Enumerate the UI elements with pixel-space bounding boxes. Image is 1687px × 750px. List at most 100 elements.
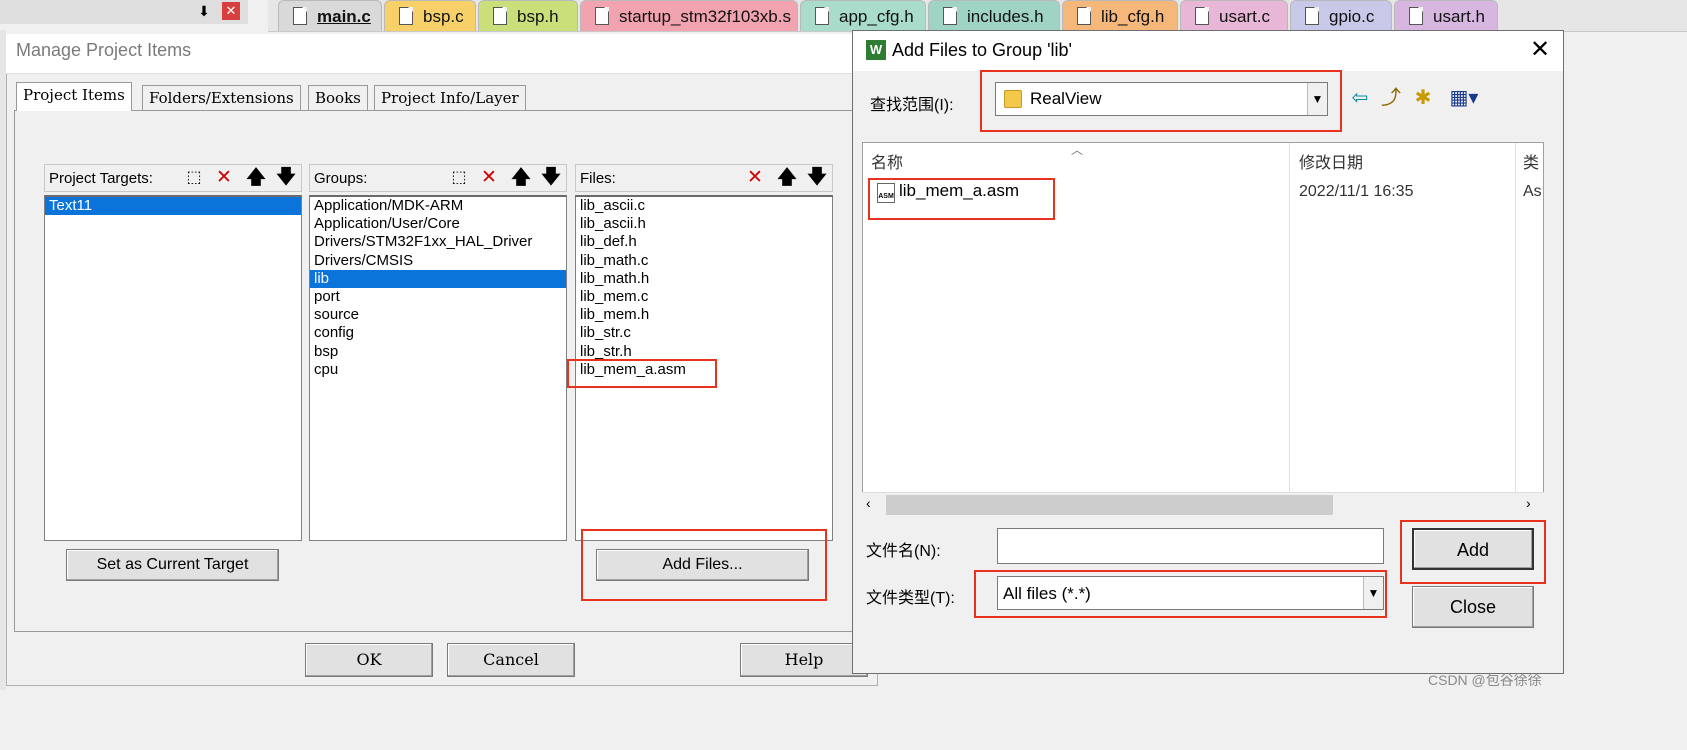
- tab-usart-h[interactable]: usart.h: [1394, 0, 1498, 31]
- tab-label: usart.h: [1433, 7, 1485, 26]
- new-group-icon[interactable]: ⬚: [446, 167, 472, 191]
- manage-dialog-title: Manage Project Items: [16, 40, 192, 60]
- tab-folders-extensions[interactable]: Folders/Extensions: [142, 85, 301, 110]
- tab-main-c[interactable]: main.c: [278, 0, 382, 31]
- file-list-view[interactable]: 名称 ︿ 修改日期 类 ASM lib_mem_a.asm 2022/11/1 …: [862, 142, 1544, 518]
- group-list-item[interactable]: Application/User/Core: [310, 215, 566, 233]
- tab-gpio-c[interactable]: gpio.c: [1290, 0, 1392, 31]
- cancel-button[interactable]: Cancel: [447, 643, 575, 677]
- group-list-item[interactable]: lib: [310, 269, 566, 288]
- tab-project-items[interactable]: Project Items: [16, 82, 132, 111]
- lookin-combobox[interactable]: RealView ▼: [995, 82, 1328, 116]
- group-list-item[interactable]: bsp: [310, 343, 566, 361]
- watermark: CSDN @包谷徐徐: [1428, 672, 1542, 688]
- file-list-item[interactable]: lib_math.c: [576, 252, 832, 270]
- column-separator: [1289, 143, 1290, 493]
- column-name[interactable]: 名称: [871, 149, 903, 173]
- target-list-item[interactable]: Text11: [45, 197, 301, 216]
- file-icon: [1077, 7, 1091, 25]
- file-icon: [399, 7, 413, 25]
- move-file-down-icon[interactable]: 🡇: [804, 167, 830, 191]
- set-as-current-target-button[interactable]: Set as Current Target: [66, 549, 279, 581]
- up-folder-icon[interactable]: ⤴: [1378, 86, 1404, 110]
- tab-bsp-h[interactable]: bsp.h: [478, 0, 578, 31]
- tab-startup-stm32f103xb-s[interactable]: startup_stm32f103xb.s: [580, 0, 798, 31]
- scrollbar-thumb[interactable]: [886, 495, 1333, 515]
- targets-list[interactable]: Text11: [44, 195, 302, 541]
- filename-label: 文件名(N):: [866, 543, 941, 560]
- move-group-up-icon[interactable]: 🡅: [508, 167, 534, 191]
- move-group-down-icon[interactable]: 🡇: [538, 167, 564, 191]
- file-list-item[interactable]: lib_ascii.c: [576, 197, 832, 215]
- file-list-item[interactable]: lib_mem_a.asm: [576, 361, 832, 379]
- filename-input[interactable]: [997, 528, 1384, 564]
- file-list-item[interactable]: lib_str.c: [576, 324, 832, 342]
- view-menu-icon[interactable]: ▦▾: [1444, 86, 1484, 110]
- delete-group-icon[interactable]: ✕: [476, 167, 502, 191]
- close-icon[interactable]: ✕: [1528, 38, 1552, 62]
- ok-button[interactable]: OK: [305, 643, 433, 677]
- tab-label: lib_cfg.h: [1101, 7, 1165, 26]
- chevron-down-icon[interactable]: ▼: [1307, 83, 1327, 115]
- filetype-value: All files (*.*): [1003, 584, 1091, 603]
- group-list-item[interactable]: Drivers/CMSIS: [310, 252, 566, 270]
- group-list-item[interactable]: source: [310, 306, 566, 324]
- tab-label: usart.c: [1219, 7, 1271, 26]
- group-list-item[interactable]: Application/MDK-ARM: [310, 197, 566, 215]
- scroll-left-icon[interactable]: ‹: [866, 495, 871, 511]
- file-list-item[interactable]: lib_def.h: [576, 233, 832, 251]
- tab-usart-c[interactable]: usart.c: [1180, 0, 1288, 31]
- tab-label: startup_stm32f103xb.s: [619, 7, 791, 26]
- file-icon: [595, 7, 609, 25]
- delete-file-icon[interactable]: ✕: [742, 167, 768, 191]
- tab-bsp-c[interactable]: bsp.c: [384, 0, 476, 31]
- tab-label: gpio.c: [1329, 7, 1375, 26]
- file-row[interactable]: ASM lib_mem_a.asm: [871, 181, 1271, 205]
- file-type: As: [1523, 183, 1542, 200]
- file-icon: [1409, 7, 1423, 25]
- delete-target-icon[interactable]: ✕: [211, 167, 237, 191]
- scroll-right-icon[interactable]: ›: [1526, 495, 1531, 511]
- move-target-down-icon[interactable]: 🡇: [273, 167, 299, 191]
- add-files-button[interactable]: Add Files...: [596, 549, 809, 581]
- file-icon: [493, 7, 507, 25]
- groups-header: Groups: ⬚ ✕ 🡅 🡇: [309, 164, 567, 192]
- file-list-item[interactable]: lib_str.h: [576, 343, 832, 361]
- file-list-item[interactable]: lib_mem.c: [576, 288, 832, 306]
- tab-project-info-layer[interactable]: Project Info/Layer: [374, 85, 526, 110]
- group-list-item[interactable]: config: [310, 324, 566, 342]
- chevron-down-icon[interactable]: ▼: [1363, 577, 1383, 609]
- files-list[interactable]: lib_ascii.c lib_ascii.h lib_def.h lib_math.…: [575, 195, 833, 541]
- move-target-up-icon[interactable]: 🡅: [243, 167, 269, 191]
- groups-list[interactable]: Application/MDK-ARM Application/User/Core…: [309, 195, 567, 541]
- file-list-item[interactable]: lib_ascii.h: [576, 215, 832, 233]
- file-list-item[interactable]: lib_mem.h: [576, 306, 832, 324]
- tab-app-cfg-h[interactable]: app_cfg.h: [800, 0, 926, 31]
- close-button[interactable]: Close: [1412, 586, 1534, 628]
- filetype-combobox[interactable]: All files (*.*) ▼: [997, 576, 1384, 610]
- tab-includes-h[interactable]: includes.h: [928, 0, 1060, 31]
- file-name: lib_mem_a.asm: [899, 181, 1019, 200]
- file-list-item[interactable]: lib_math.h: [576, 270, 832, 288]
- sort-up-icon: ︿: [1071, 143, 1084, 157]
- group-list-item[interactable]: cpu: [310, 361, 566, 379]
- back-icon[interactable]: ⇦: [1347, 86, 1373, 110]
- add-button[interactable]: Add: [1412, 528, 1534, 570]
- files-label: Files:: [580, 170, 616, 187]
- folder-icon: [1004, 90, 1022, 108]
- pin-icon[interactable]: ⬇: [196, 2, 212, 20]
- new-target-icon[interactable]: ⬚: [181, 167, 207, 191]
- column-date[interactable]: 修改日期: [1299, 149, 1363, 173]
- file-date: 2022/11/1 16:35: [1299, 183, 1414, 200]
- tab-lib-cfg-h[interactable]: lib_cfg.h: [1062, 0, 1178, 31]
- group-list-item[interactable]: port: [310, 288, 566, 306]
- tab-books[interactable]: Books: [308, 85, 368, 110]
- group-list-item[interactable]: Drivers/STM32F1xx_HAL_Driver: [310, 233, 566, 251]
- move-file-up-icon[interactable]: 🡅: [774, 167, 800, 191]
- panel-close-icon[interactable]: ✕: [222, 2, 240, 20]
- help-button[interactable]: Help: [740, 643, 868, 677]
- column-type[interactable]: 类: [1523, 149, 1539, 173]
- asm-file-icon: ASM: [877, 183, 895, 203]
- file-icon: [293, 7, 307, 25]
- new-folder-icon[interactable]: ✱: [1410, 86, 1436, 110]
